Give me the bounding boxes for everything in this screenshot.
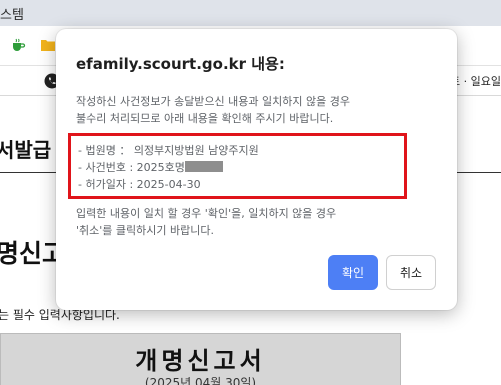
page-heading: 서발급 [0,138,52,162]
business-hours-text: 토 · 일요일 [450,75,501,88]
dialog-message-line: 불수리 처리되므로 아래 내용을 확인해 주시기 바랍니다. [76,112,334,125]
confirm-dialog: efamily.scourt.go.kr 내용: 작성하신 사건정보가 송달받으… [56,29,457,310]
ok-button[interactable]: 확인 [328,255,378,290]
browser-titlebar: 스템 [0,0,501,26]
cancel-button[interactable]: 취소 [386,255,436,290]
form-box-title: 개명신고서 [135,347,266,375]
redaction-block [184,161,223,172]
dialog-instruction-line: '취소'를 클릭하시기 바랍니다. [76,224,214,237]
court-name-line: - 법원명 ： 의정부지방법원 남양주지원 [78,144,259,157]
form-box-subtitle: (2025년 04월 30일) [144,376,257,385]
dialog-instruction-line: 입력한 내용이 일치 할 경우 '확인'을, 일치하지 않을 경우 [76,207,337,220]
case-number-line: - 사건번호 : 2025호명 [78,159,223,176]
dialog-message-line: 작성하신 사건정보가 송달받으신 내용과 일치하지 않을 경우 [76,95,350,108]
permit-date-line: - 허가일자 : 2025-04-30 [78,178,201,191]
dialog-title: efamily.scourt.go.kr 내용: [76,55,285,73]
folder-icon[interactable] [40,37,56,53]
coffee-cup-icon[interactable] [10,37,26,53]
window-title: 스템 [0,8,24,23]
case-number-text: - 사건번호 : 2025호명 [78,161,185,174]
case-details-box: - 법원명 ： 의정부지방법원 남양주지원 - 사건번호 : 2025호명 - … [68,133,407,199]
